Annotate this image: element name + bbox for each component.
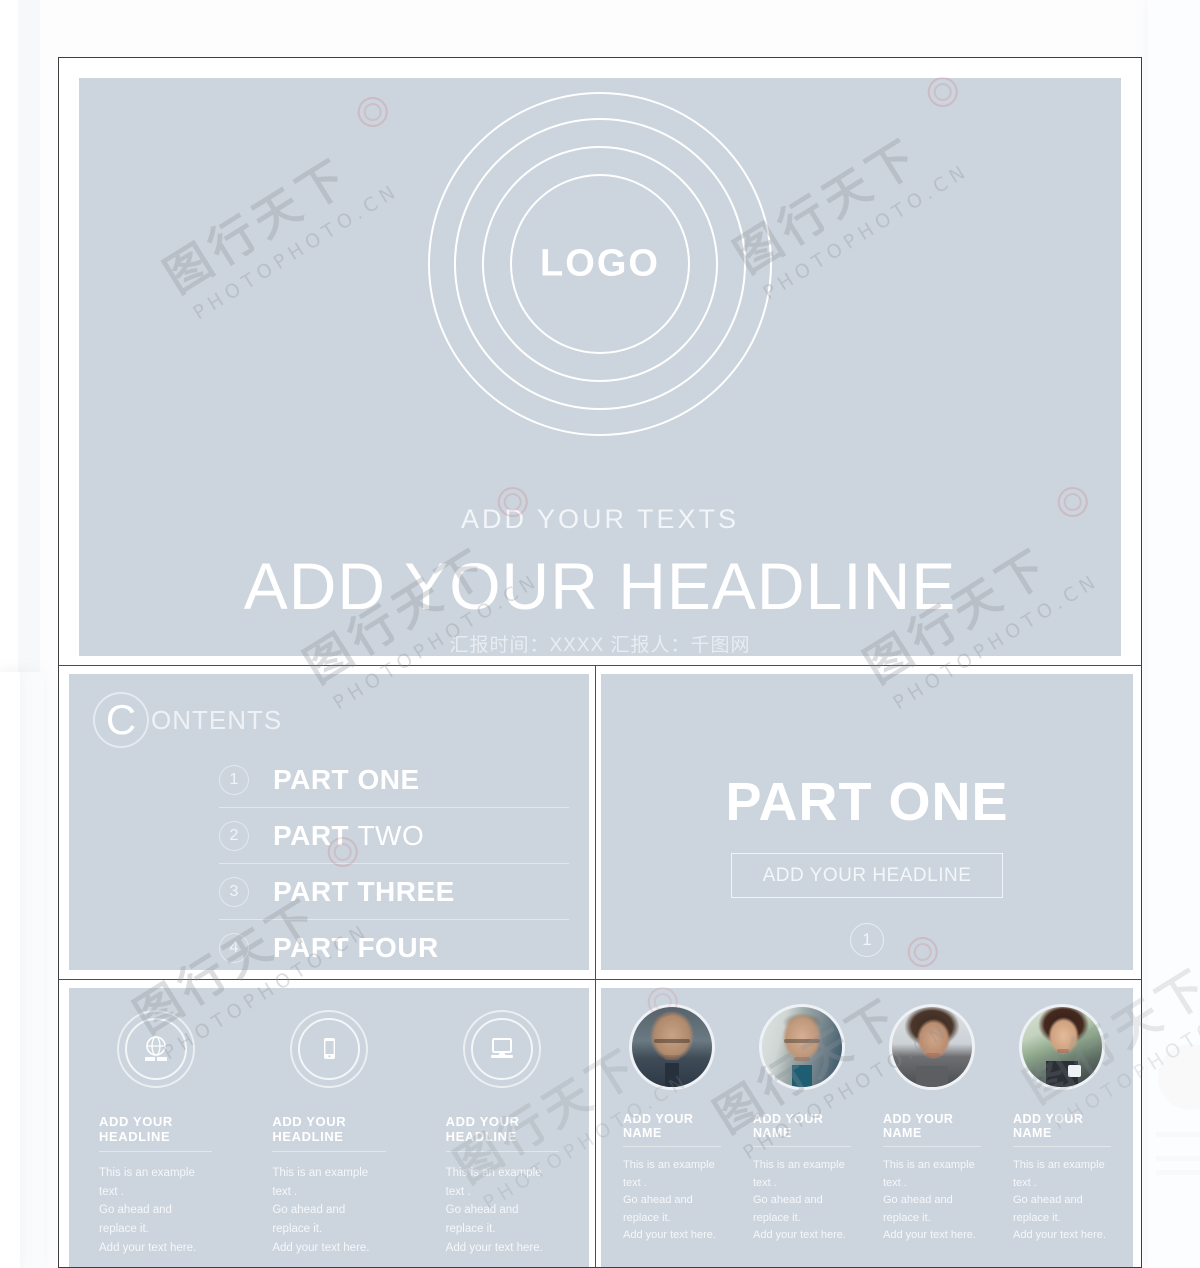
- adjacent-page-left-edge: [0, 672, 20, 1268]
- feature-heading-2: ADD YOUR HEADLINE: [272, 1114, 386, 1152]
- avatar: [889, 1004, 975, 1090]
- woman-dark-hair-photo: [892, 1007, 972, 1087]
- logo-text: LOGO: [540, 242, 660, 285]
- desktop-computer-icon: [471, 1018, 534, 1080]
- contents-item-2[interactable]: 2 PART TWO: [219, 808, 569, 864]
- team-body-3: This is an example text . Go ahead and r…: [883, 1159, 976, 1242]
- team-heading-3: ADD YOUR NAME: [883, 1112, 981, 1147]
- team-heading-4: ADD YOUR NAME: [1013, 1112, 1111, 1147]
- feature-icon-ring-3: [463, 1010, 542, 1088]
- contents-label-1: PART ONE: [273, 764, 420, 796]
- contents-header-label: ONTENTS: [151, 704, 283, 735]
- adjacent-page-right-preview: [1152, 1028, 1200, 1268]
- contents-label-3: PART THREE: [273, 876, 455, 908]
- contents-list: 1 PART ONE 2 PART TWO 3 PART THREE 4 PAR…: [219, 752, 569, 970]
- contents-item-3[interactable]: 3 PART THREE: [219, 864, 569, 920]
- title-subtitle: ADD YOUR TEXTS: [460, 504, 740, 534]
- contents-number-3: 3: [219, 876, 249, 907]
- man-with-glasses-photo: [762, 1007, 842, 1087]
- team-body-4: This is an example text . Go ahead and r…: [1013, 1159, 1106, 1242]
- avatar: [1019, 1004, 1105, 1090]
- avatar: [629, 1004, 715, 1090]
- feature-body-2: This is an example text . Go ahead and r…: [272, 1167, 370, 1254]
- contents-label-1-rest: ONE: [357, 763, 420, 795]
- woman-with-cup-photo: [1022, 1007, 1102, 1087]
- contents-number-1: 1: [219, 764, 249, 795]
- slide-divider-horizontal-2: [59, 979, 1141, 980]
- feature-body-1: This is an example text . Go ahead and r…: [99, 1167, 197, 1254]
- slide-contents[interactable]: C ONTENTS 1 PART ONE 2 PART TWO 3 PART T…: [69, 674, 589, 970]
- avatar: [759, 1004, 845, 1090]
- slide-part-one[interactable]: PART ONE ADD YOUR HEADLINE 1: [601, 674, 1133, 970]
- ghost-avatar: [1158, 1044, 1200, 1110]
- smartphone-icon: [297, 1018, 360, 1080]
- slide-title[interactable]: LOGO ADD YOUR TEXTS ADD YOUR HEADLINE 汇报…: [79, 78, 1121, 656]
- team-member-1[interactable]: ADD YOUR NAME This is an example text . …: [607, 988, 737, 1267]
- team-body-2: This is an example text . Go ahead and r…: [753, 1159, 846, 1242]
- contents-label-3-bold: PART: [273, 875, 350, 907]
- slide-divider-vertical-row3: [595, 979, 596, 1267]
- part-one-title: PART ONE: [725, 772, 1009, 832]
- contents-label-3-rest: THREE: [357, 875, 455, 907]
- contents-number-2: 2: [219, 820, 249, 851]
- feature-heading-3: ADD YOUR HEADLINE: [445, 1114, 559, 1152]
- slide-features[interactable]: ADD YOUR HEADLINE This is an example tex…: [69, 988, 589, 1267]
- contents-label-4-rest: FOUR: [357, 931, 439, 963]
- feature-heading-1: ADD YOUR HEADLINE: [99, 1114, 213, 1152]
- logo-rings-graphic: LOGO: [428, 92, 772, 436]
- title-headline: ADD YOUR HEADLINE: [243, 549, 957, 623]
- feature-column-3[interactable]: ADD YOUR HEADLINE This is an example tex…: [416, 988, 589, 1267]
- globe-book-icon: [124, 1018, 187, 1080]
- contents-label-1-bold: PART: [273, 763, 350, 795]
- contents-label-4: PART FOUR: [273, 932, 439, 964]
- feature-column-1[interactable]: ADD YOUR HEADLINE This is an example tex…: [69, 988, 242, 1267]
- title-byline: 汇报时间：XXXX 汇报人：千图网: [449, 635, 751, 656]
- contents-label-4-bold: PART: [273, 931, 350, 963]
- part-one-headline-box[interactable]: ADD YOUR HEADLINE: [731, 853, 1003, 898]
- slide-team[interactable]: ADD YOUR NAME This is an example text . …: [601, 988, 1133, 1267]
- bald-man-in-suit-photo: [632, 1007, 712, 1087]
- feature-body-3: This is an example text . Go ahead and r…: [445, 1167, 543, 1254]
- contents-label-2: PART TWO: [273, 820, 424, 852]
- team-body-1: This is an example text . Go ahead and r…: [623, 1159, 716, 1242]
- feature-icon-ring-1: [116, 1010, 195, 1088]
- feature-column-2[interactable]: ADD YOUR HEADLINE This is an example tex…: [242, 988, 415, 1267]
- team-heading-2: ADD YOUR NAME: [753, 1112, 851, 1147]
- ghost-line: [1156, 1132, 1200, 1137]
- team-heading-1: ADD YOUR NAME: [623, 1112, 721, 1147]
- slide-deck-frame: LOGO ADD YOUR TEXTS ADD YOUR HEADLINE 汇报…: [58, 57, 1142, 1268]
- contents-item-4[interactable]: 4 PART FOUR: [219, 920, 569, 970]
- slide-divider-vertical-row2: [595, 665, 596, 980]
- contents-number-4: 4: [219, 932, 249, 963]
- feature-icon-ring-2: [289, 1010, 368, 1088]
- contents-label-2-rest: TWO: [357, 819, 425, 851]
- part-one-number-badge: 1: [850, 923, 884, 957]
- ghost-line: [1156, 1156, 1200, 1161]
- team-member-4[interactable]: ADD YOUR NAME This is an example text . …: [997, 988, 1127, 1267]
- team-member-3[interactable]: ADD YOUR NAME This is an example text . …: [867, 988, 997, 1267]
- contents-item-1[interactable]: 1 PART ONE: [219, 752, 569, 808]
- slide-divider-horizontal: [59, 665, 1141, 666]
- contents-header: C ONTENTS: [93, 692, 282, 748]
- team-member-2[interactable]: ADD YOUR NAME This is an example text . …: [737, 988, 867, 1267]
- feature-columns: ADD YOUR HEADLINE This is an example tex…: [69, 988, 589, 1267]
- contents-initial-circle: C: [93, 692, 149, 748]
- contents-label-2-bold: PART: [273, 819, 350, 851]
- team-columns: ADD YOUR NAME This is an example text . …: [601, 988, 1133, 1267]
- ghost-line: [1156, 1170, 1200, 1175]
